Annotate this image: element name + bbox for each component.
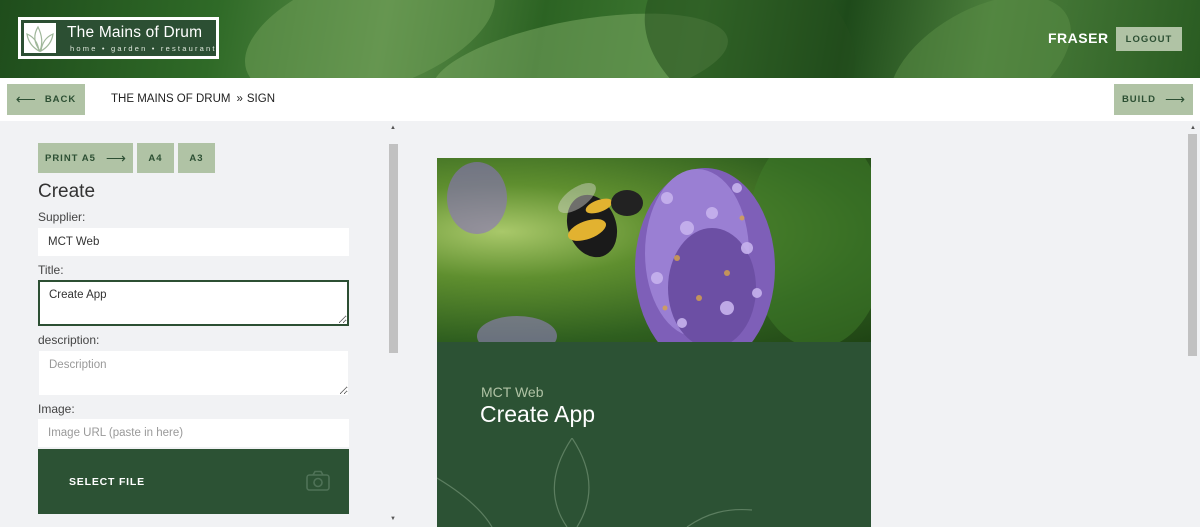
title-textarea[interactable]: Create App — [38, 280, 349, 326]
user-name: FRASER — [1048, 30, 1109, 46]
breadcrumb-item-current: SIGN — [246, 93, 276, 105]
leaf-outline-icon — [437, 438, 753, 527]
sign-preview-panel: MCT Web Create App — [400, 121, 1186, 527]
form-panel: PRINT A5 ⟶ A4 A3 Create Supplier: Title:… — [0, 121, 400, 527]
select-file-button[interactable]: SELECT FILE — [38, 449, 349, 514]
site-header: The Mains of Drum home • garden • restau… — [0, 0, 1200, 78]
logo-title: The Mains of Drum — [67, 24, 203, 41]
arrow-right-icon: ⟶ — [105, 149, 126, 166]
preview-scrollbar-thumb[interactable] — [1188, 134, 1197, 356]
sign-preview: MCT Web Create App — [437, 158, 871, 527]
build-button[interactable]: BUILD ⟶ — [1114, 84, 1193, 115]
select-file-label: SELECT FILE — [69, 476, 145, 488]
a4-button[interactable]: A4 — [137, 143, 174, 173]
sign-supplier-text: MCT Web — [481, 384, 544, 400]
build-button-label: BUILD — [1121, 94, 1156, 105]
arrow-left-icon: ⟵ — [15, 91, 36, 107]
breadcrumb-separator: » — [236, 93, 243, 105]
logout-button[interactable]: LOGOUT — [1116, 27, 1182, 51]
logo-subtitle: home • garden • restaurant — [70, 44, 217, 53]
scroll-up-arrow-icon[interactable]: ▲ — [387, 122, 399, 134]
supplier-label: Supplier: — [38, 210, 86, 224]
arrow-right-icon: ⟶ — [1164, 91, 1186, 107]
breadcrumb-item-home[interactable]: THE MAINS OF DRUM — [111, 93, 230, 105]
nav-bar: ⟵ BACK THE MAINS OF DRUM » SIGN BUILD ⟶ — [0, 78, 1200, 121]
back-button[interactable]: ⟵ BACK — [7, 84, 85, 115]
description-label: description: — [38, 333, 100, 347]
back-button-label: BACK — [44, 94, 77, 105]
camera-icon — [306, 470, 330, 491]
leaf-logo-icon — [24, 23, 56, 53]
scroll-down-arrow-icon[interactable]: ▼ — [387, 513, 399, 525]
site-logo[interactable]: The Mains of Drum home • garden • restau… — [18, 17, 219, 59]
print-a5-button[interactable]: PRINT A5 ⟶ — [38, 143, 133, 173]
print-a5-label: PRINT A5 — [44, 152, 96, 164]
sign-title-text: Create App — [480, 401, 596, 427]
form-heading: Create — [38, 181, 96, 202]
supplier-input[interactable] — [38, 228, 349, 256]
breadcrumb: THE MAINS OF DRUM » SIGN — [111, 93, 275, 105]
image-url-input[interactable] — [38, 419, 349, 447]
a3-button[interactable]: A3 — [178, 143, 215, 173]
scroll-up-arrow-icon[interactable]: ▲ — [1187, 122, 1199, 134]
sign-image — [437, 158, 871, 342]
description-textarea[interactable] — [38, 350, 349, 396]
title-label: Title: — [38, 263, 64, 277]
image-label: Image: — [38, 402, 75, 416]
form-scrollbar-thumb[interactable] — [389, 144, 398, 353]
